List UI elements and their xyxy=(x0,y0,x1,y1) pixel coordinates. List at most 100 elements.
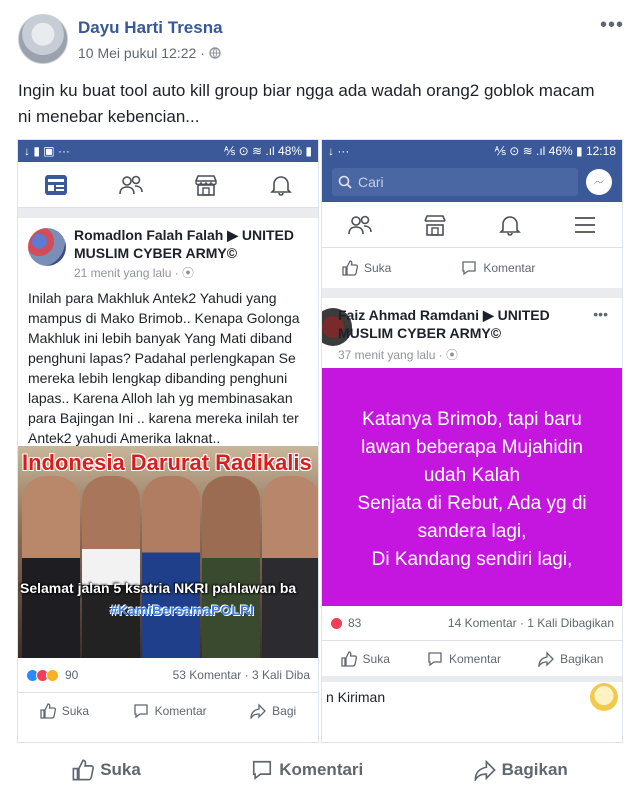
post-timestamp[interactable]: 10 Mei pukul 12:22 xyxy=(78,45,196,61)
text-line: lapas.. Karena Alloh lah yg membinasakan xyxy=(28,390,293,406)
friends-icon[interactable] xyxy=(118,172,144,198)
comment-icon xyxy=(133,703,148,718)
text-line: mampus di Mako Brimob.. Kenapa Golonga xyxy=(28,310,300,326)
post-stats: 83 14 Komentar · 1 Kali Dibagikan xyxy=(322,606,622,640)
like-button[interactable]: Suka xyxy=(340,650,390,667)
inner-post-time: 37 menit yang lalu · ⦿ xyxy=(338,348,459,362)
marketplace-icon[interactable] xyxy=(193,172,219,198)
prev-post-actions: Suka Komentar xyxy=(322,248,622,288)
post-stats: 90 53 Komentar · 3 Kali Diba xyxy=(18,658,318,692)
inner-actions: Suka Komentar Bagikan xyxy=(322,640,622,676)
feed-divider xyxy=(18,208,318,218)
photo-person xyxy=(22,476,80,658)
inner-actions: Suka Komentar Bagi xyxy=(18,692,318,728)
inner-post-header: Faiz Ahmad Ramdani ▶ UNITED MUSLIM CYBER… xyxy=(322,298,622,368)
sticker-icon[interactable] xyxy=(590,683,618,711)
reaction-count: 83 xyxy=(348,616,362,630)
inner-post-options[interactable]: ••• xyxy=(593,306,608,322)
comment-button[interactable]: Komentar xyxy=(427,651,501,667)
search-placeholder: Cari xyxy=(358,174,384,190)
friends-icon[interactable] xyxy=(347,212,373,238)
status-left: ↓ ··· xyxy=(328,144,350,158)
inner-avatar[interactable] xyxy=(28,228,66,266)
image-text-line: Di Kandang sendiri lagi, xyxy=(371,549,573,570)
comment-icon xyxy=(253,760,272,780)
status-right: ⅍ ⊙ ≋ .ıl 48% ▮ xyxy=(223,144,312,158)
share-icon xyxy=(474,759,496,781)
text-line: penghuni lapas? Padahal perlengkapan Se xyxy=(28,350,296,366)
footer-label[interactable]: n Kiriman xyxy=(326,689,385,705)
haha-reaction-icon xyxy=(46,668,59,682)
search-icon xyxy=(338,175,352,189)
post-author[interactable]: Dayu Harti Tresna xyxy=(78,18,223,38)
feed-divider xyxy=(322,288,622,298)
reaction-count: 90 xyxy=(65,668,79,682)
thumbs-up-icon xyxy=(342,260,358,276)
photo-caption: Selamat jalan 5 ksatria NKRI pahlawan ba xyxy=(20,580,297,596)
thumbs-up-icon xyxy=(40,702,56,719)
left-screenshot[interactable]: ↓ ▮ ▣ ··· ⅍ ⊙ ≋ .ıl 48% ▮ Romadlon Falah… xyxy=(17,139,319,743)
photo-person xyxy=(82,476,140,658)
post-text-line: ni menebar kebencian... xyxy=(18,107,200,126)
post-options-button[interactable]: ••• xyxy=(600,14,624,37)
comment-icon xyxy=(462,261,477,276)
reactions-summary[interactable]: 90 xyxy=(26,668,78,682)
text-line: Inilah para Makhluk Antek2 Yahudi yang xyxy=(28,290,277,306)
marketplace-icon[interactable] xyxy=(422,212,448,238)
post-actions: Suka Komentari Bagikan xyxy=(17,750,623,790)
notifications-icon[interactable] xyxy=(268,172,294,198)
inner-post-author[interactable]: Romadlon Falah Falah ▶ UNITED MUSLIM CYB… xyxy=(74,226,312,262)
status-right: ⅍ ⊙ ≋ .ıl 46% ▮ 12:18 xyxy=(494,144,616,158)
post-text-line: Ingin ku buat tool auto kill group biar … xyxy=(18,81,595,100)
footer-row: n Kiriman xyxy=(322,682,622,712)
like-button[interactable]: Suka xyxy=(40,702,89,719)
text-line: mereka lebih lengkap dibanding penghuni xyxy=(28,370,288,386)
photo-person xyxy=(142,476,200,658)
notifications-icon[interactable] xyxy=(497,212,523,238)
like-button[interactable]: Suka xyxy=(72,759,141,781)
share-button[interactable]: Bagi xyxy=(250,702,296,719)
image-text-line: Senjata di Rebut, Ada yg di xyxy=(357,493,587,514)
post-text: Ingin ku buat tool auto kill group biar … xyxy=(18,78,628,130)
comment-button[interactable]: Komentari xyxy=(251,759,363,781)
share-icon xyxy=(250,702,267,719)
share-button[interactable]: Bagikan xyxy=(474,759,568,781)
share-button[interactable]: Bagikan xyxy=(538,650,603,667)
photo-title: Indonesia Darurat Radikalis xyxy=(22,450,312,475)
comment-button[interactable]: Komentar xyxy=(461,260,535,276)
reactions-summary[interactable]: 83 xyxy=(330,616,361,630)
status-bar: ↓ ··· ⅍ ⊙ ≋ .ıl 46% ▮ 12:18 xyxy=(322,140,622,162)
text-line: Antek2 yahudi Amerika laknat.. xyxy=(28,430,221,446)
comment-button[interactable]: Komentar xyxy=(133,703,207,719)
comment-icon xyxy=(428,651,442,666)
image-text-line: udah Kalah xyxy=(423,465,521,486)
status-bar: ↓ ▮ ▣ ··· ⅍ ⊙ ≋ .ıl 48% ▮ xyxy=(18,140,318,162)
mobile-nav xyxy=(322,202,622,248)
image-text-line: lawan beberapa Mujahidin xyxy=(361,437,583,458)
post-photo[interactable]: Indonesia Darurat Radikalis Selamat jala… xyxy=(18,446,318,658)
status-left: ↓ ▮ ▣ ··· xyxy=(24,144,70,158)
comments-shares[interactable]: 53 Komentar · 3 Kali Diba xyxy=(173,668,310,682)
messenger-icon[interactable] xyxy=(586,169,612,195)
share-icon xyxy=(538,650,554,667)
search-input[interactable]: Cari xyxy=(332,168,578,196)
text-image[interactable]: Katanya Brimob, tapi baru lawan beberapa… xyxy=(322,368,622,606)
thumbs-up-icon xyxy=(72,759,95,781)
search-bar: Cari xyxy=(322,162,622,202)
like-button[interactable]: Suka xyxy=(342,260,391,276)
comments-shares[interactable]: 14 Komentar · 1 Kali Dibagikan xyxy=(448,616,614,630)
photo-hashtag: #KamiBersamaPOLRI xyxy=(110,602,254,618)
thumbs-up-icon xyxy=(340,650,357,667)
post-meta: 10 Mei pukul 12:22 · xyxy=(78,45,221,61)
author-avatar[interactable] xyxy=(18,14,68,64)
right-screenshot[interactable]: ↓ ··· ⅍ ⊙ ≋ .ıl 46% ▮ 12:18 Cari Suka Ko… xyxy=(321,139,623,743)
inner-post-author[interactable]: Faiz Ahmad Ramdani ▶ UNITED MUSLIM CYBER… xyxy=(338,306,578,342)
image-text-line: Katanya Brimob, tapi baru xyxy=(362,409,582,430)
image-text-line: sandera lagi, xyxy=(417,521,527,542)
feed-icon[interactable] xyxy=(43,172,69,198)
inner-post-text: Inilah para Makhluk Antek2 Yahudi yang m… xyxy=(18,282,318,446)
photo-person xyxy=(202,476,260,658)
menu-icon[interactable] xyxy=(572,212,598,238)
globe-icon xyxy=(209,47,221,59)
inner-post-header: Romadlon Falah Falah ▶ UNITED MUSLIM CYB… xyxy=(18,218,318,282)
